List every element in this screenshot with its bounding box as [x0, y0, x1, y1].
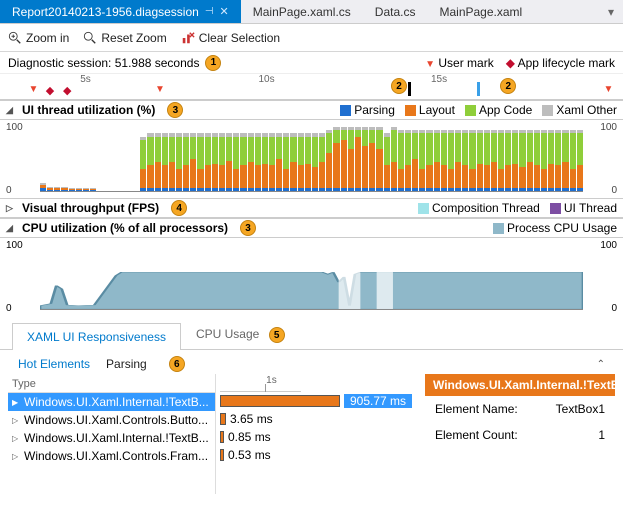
timing-bar[interactable] [220, 431, 224, 443]
clear-selection-button[interactable]: Clear Selection [181, 31, 280, 45]
zoom-in-button[interactable]: Zoom in [8, 31, 69, 45]
pin-icon[interactable]: ⊣ [205, 6, 214, 17]
subtab-parsing[interactable]: Parsing [106, 357, 147, 371]
visual-throughput-section-header[interactable]: ▷ Visual throughput (FPS) 4 Composition … [0, 198, 623, 218]
selection-marker[interactable] [408, 82, 411, 96]
timing-value: 0.53 ms [228, 448, 271, 462]
callout-badge-1: 1 [205, 55, 221, 71]
visual-throughput-title: Visual throughput (FPS) [22, 201, 159, 215]
timing-bar[interactable] [220, 413, 226, 425]
legend-other: Xaml Other [542, 103, 617, 117]
callout-badge-4: 4 [171, 200, 187, 216]
timing-value: 0.85 ms [228, 430, 271, 444]
prop-value: 1 [598, 428, 605, 442]
tab-report-diagsession[interactable]: Report20140213-1956.diagsession ⊣ ✕ [0, 0, 241, 23]
expander-icon[interactable]: ▷ [12, 416, 20, 425]
tab-mainpage-xaml[interactable]: MainPage.xaml [427, 0, 534, 23]
callout-badge-5: 5 [269, 327, 285, 343]
collapse-panel-icon[interactable]: ⌃ [597, 359, 605, 370]
user-mark-icon: ▼ [604, 84, 614, 95]
close-icon[interactable]: ✕ [220, 5, 229, 18]
legend-ui-thread: UI Thread [550, 201, 617, 215]
cpu-title: CPU utilization (% of all processors) [22, 221, 228, 235]
zoom-in-icon [8, 31, 22, 45]
legend-appcode: App Code [465, 103, 532, 117]
cpu-section-header[interactable]: ◢ CPU utilization (% of all processors) … [0, 218, 623, 238]
tab-overflow-menu-icon[interactable]: ▾ [599, 0, 623, 23]
timing-bars: 1s 905.77 ms 3.65 ms 0.85 ms 0.53 ms [220, 374, 421, 494]
tab-xaml-responsiveness[interactable]: XAML UI Responsiveness [12, 323, 181, 350]
callout-badge-2: 2 [391, 78, 407, 94]
bottom-tabstrip: XAML UI Responsiveness CPU Usage 5 [0, 320, 623, 350]
timing-value: 3.65 ms [230, 412, 273, 426]
callout-badge-2b: 2 [500, 78, 516, 94]
document-tabbar: Report20140213-1956.diagsession ⊣ ✕ Main… [0, 0, 623, 24]
tree-header-type: Type [8, 376, 215, 393]
prop-label: Element Count: [435, 428, 518, 442]
callout-badge-3b: 3 [240, 220, 256, 236]
lifecycle-mark-icon: ◆ [63, 84, 71, 97]
timing-bar[interactable] [220, 395, 340, 407]
details-pane: Type ▶Windows.UI.Xaml.Internal.!TextB...… [0, 374, 623, 494]
timeline-ruler[interactable]: ▼ ◆ ◆ 5s ▼ 10s 2 15s 2 ▼ [0, 74, 623, 100]
expander-expanded-icon[interactable]: ◢ [6, 223, 16, 234]
tree-row[interactable]: ▷Windows.UI.Xaml.Internal.!TextB... [8, 429, 215, 447]
properties-panel: Windows.UI.Xaml.Internal.!TextB Element … [425, 374, 615, 494]
element-tree[interactable]: Type ▶Windows.UI.Xaml.Internal.!TextB...… [8, 374, 216, 494]
cpu-chart[interactable]: 100 0 100 0 [0, 238, 623, 316]
legend-composition: Composition Thread [418, 201, 540, 215]
legend-layout: Layout [405, 103, 455, 117]
ui-thread-title: UI thread utilization (%) [22, 103, 155, 117]
timing-value: 905.77 ms [344, 394, 412, 408]
prop-value: TextBox1 [556, 402, 605, 416]
tree-row[interactable]: ▷Windows.UI.Xaml.Controls.Butto... [8, 411, 215, 429]
ui-thread-section-header[interactable]: ◢ UI thread utilization (%) 3 Parsing La… [0, 100, 623, 120]
toolbar: Zoom in Reset Zoom Clear Selection [0, 24, 623, 52]
callout-badge-3: 3 [167, 102, 183, 118]
user-mark-legend: ▼ User mark [425, 56, 494, 70]
session-info-row: Diagnostic session: 51.988 seconds 1 ▼ U… [0, 52, 623, 74]
sub-tabstrip: Hot Elements Parsing 6 ⌃ [0, 350, 623, 374]
tab-mainpage-cs[interactable]: MainPage.xaml.cs [241, 0, 363, 23]
triangle-down-icon: ▼ [425, 59, 435, 70]
tab-label: Report20140213-1956.diagsession [12, 5, 199, 19]
reset-zoom-button[interactable]: Reset Zoom [83, 31, 166, 45]
user-mark-icon: ▼ [29, 84, 39, 95]
session-duration-label: Diagnostic session: 51.988 seconds [8, 56, 199, 70]
expander-icon[interactable]: ▷ [12, 452, 20, 461]
tab-data-cs[interactable]: Data.cs [363, 0, 428, 23]
expander-icon[interactable]: ▶ [12, 398, 20, 407]
user-mark-icon: ▼ [155, 84, 165, 95]
clear-selection-icon [181, 31, 195, 45]
subtab-hot-elements[interactable]: Hot Elements [18, 357, 90, 371]
expander-collapsed-icon[interactable]: ▷ [6, 203, 16, 214]
tab-cpu-usage[interactable]: CPU Usage 5 [181, 320, 300, 350]
expander-icon[interactable]: ▷ [12, 434, 20, 443]
lifecycle-mark-icon: ◆ [46, 84, 54, 97]
callout-badge-6: 6 [169, 356, 185, 372]
ui-thread-chart[interactable]: 100 0 100 0 [0, 120, 623, 198]
legend-process-cpu: Process CPU Usage [493, 221, 617, 235]
tree-row[interactable]: ▷Windows.UI.Xaml.Controls.Fram... [8, 447, 215, 465]
legend-parsing: Parsing [340, 103, 395, 117]
diamond-icon: ◆ [506, 56, 515, 70]
lifecycle-mark-legend: ◆ App lifecycle mark [506, 56, 615, 70]
properties-title: Windows.UI.Xaml.Internal.!TextB [425, 374, 615, 396]
prop-label: Element Name: [435, 402, 518, 416]
timing-bar[interactable] [220, 449, 224, 461]
selection-marker[interactable] [477, 82, 480, 96]
reset-zoom-icon [83, 31, 97, 45]
expander-collapsed-icon[interactable]: ◢ [6, 105, 16, 116]
tree-row[interactable]: ▶Windows.UI.Xaml.Internal.!TextB... [8, 393, 215, 411]
